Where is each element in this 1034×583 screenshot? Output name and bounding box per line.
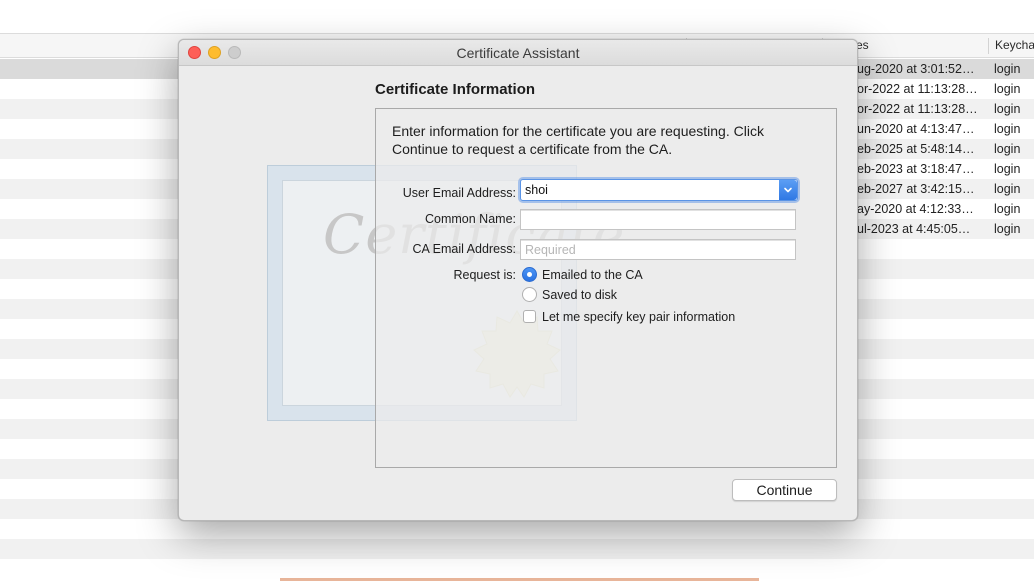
ca-email-label: CA Email Address: [412,242,516,256]
keychain-cell: login [994,62,1021,76]
keychain-cell: login [994,142,1021,156]
title-bar: Certificate Assistant [179,40,857,66]
column-header-keychain[interactable]: Keycha [995,34,1034,57]
section-heading: Certificate Information [375,81,536,98]
expires-cell: eb-2023 at 3:18:47… [857,162,975,176]
expires-cell: ug-2020 at 3:01:52… [857,62,975,76]
keychain-cell: login [994,182,1021,196]
key-pair-label[interactable]: Let me specify key pair information [542,310,735,324]
chevron-down-icon [784,187,792,193]
saved-to-disk-label[interactable]: Saved to disk [542,288,617,302]
user-email-label: User Email Address: [402,186,516,200]
ca-email-field[interactable] [520,239,796,260]
expires-cell: eb-2027 at 3:42:15… [857,182,975,196]
keychain-cell: login [994,162,1021,176]
continue-button[interactable]: Continue [732,479,837,501]
expires-cell: eb-2025 at 5:48:14… [857,142,975,156]
ca-email-input[interactable] [521,240,795,259]
expires-cell: un-2020 at 4:13:47… [857,122,975,136]
expires-cell: or-2022 at 11:13:28… [857,102,978,116]
request-is-label: Request is: [453,268,516,282]
expires-cell: or-2022 at 11:13:28… [857,82,978,96]
form-panel: Enter information for the certificate yo… [375,108,837,468]
keychain-cell: login [994,222,1021,236]
empty-table-row[interactable] [0,519,1034,539]
user-email-value[interactable]: shoi [525,180,548,200]
common-name-field[interactable] [520,209,796,230]
expires-cell: ay-2020 at 4:12:33… [857,202,974,216]
intro-text: Enter information for the certificate yo… [392,123,764,157]
user-email-combo[interactable]: shoi [520,179,798,201]
column-separator [988,38,989,54]
keychain-cell: login [994,102,1021,116]
keychain-cell: login [994,202,1021,216]
empty-table-row[interactable] [0,539,1034,559]
emailed-to-ca-label[interactable]: Emailed to the CA [542,268,643,282]
combo-dropdown-button[interactable] [779,180,797,200]
common-name-label: Common Name: [425,212,516,226]
toolbar-area [0,0,1034,33]
progress-strip [280,578,759,581]
key-pair-checkbox[interactable] [523,310,536,323]
keychain-cell: login [994,82,1021,96]
keychain-cell: login [994,122,1021,136]
radio-emailed-to-ca[interactable] [522,267,537,282]
certificate-assistant-dialog: Certificate Assistant Certificate Certif… [178,39,858,521]
expires-cell: ul-2023 at 4:45:05… [857,222,971,236]
common-name-input[interactable] [521,210,795,229]
window-title: Certificate Assistant [456,45,580,61]
empty-table-row[interactable] [0,559,1034,579]
radio-saved-to-disk[interactable] [522,287,537,302]
